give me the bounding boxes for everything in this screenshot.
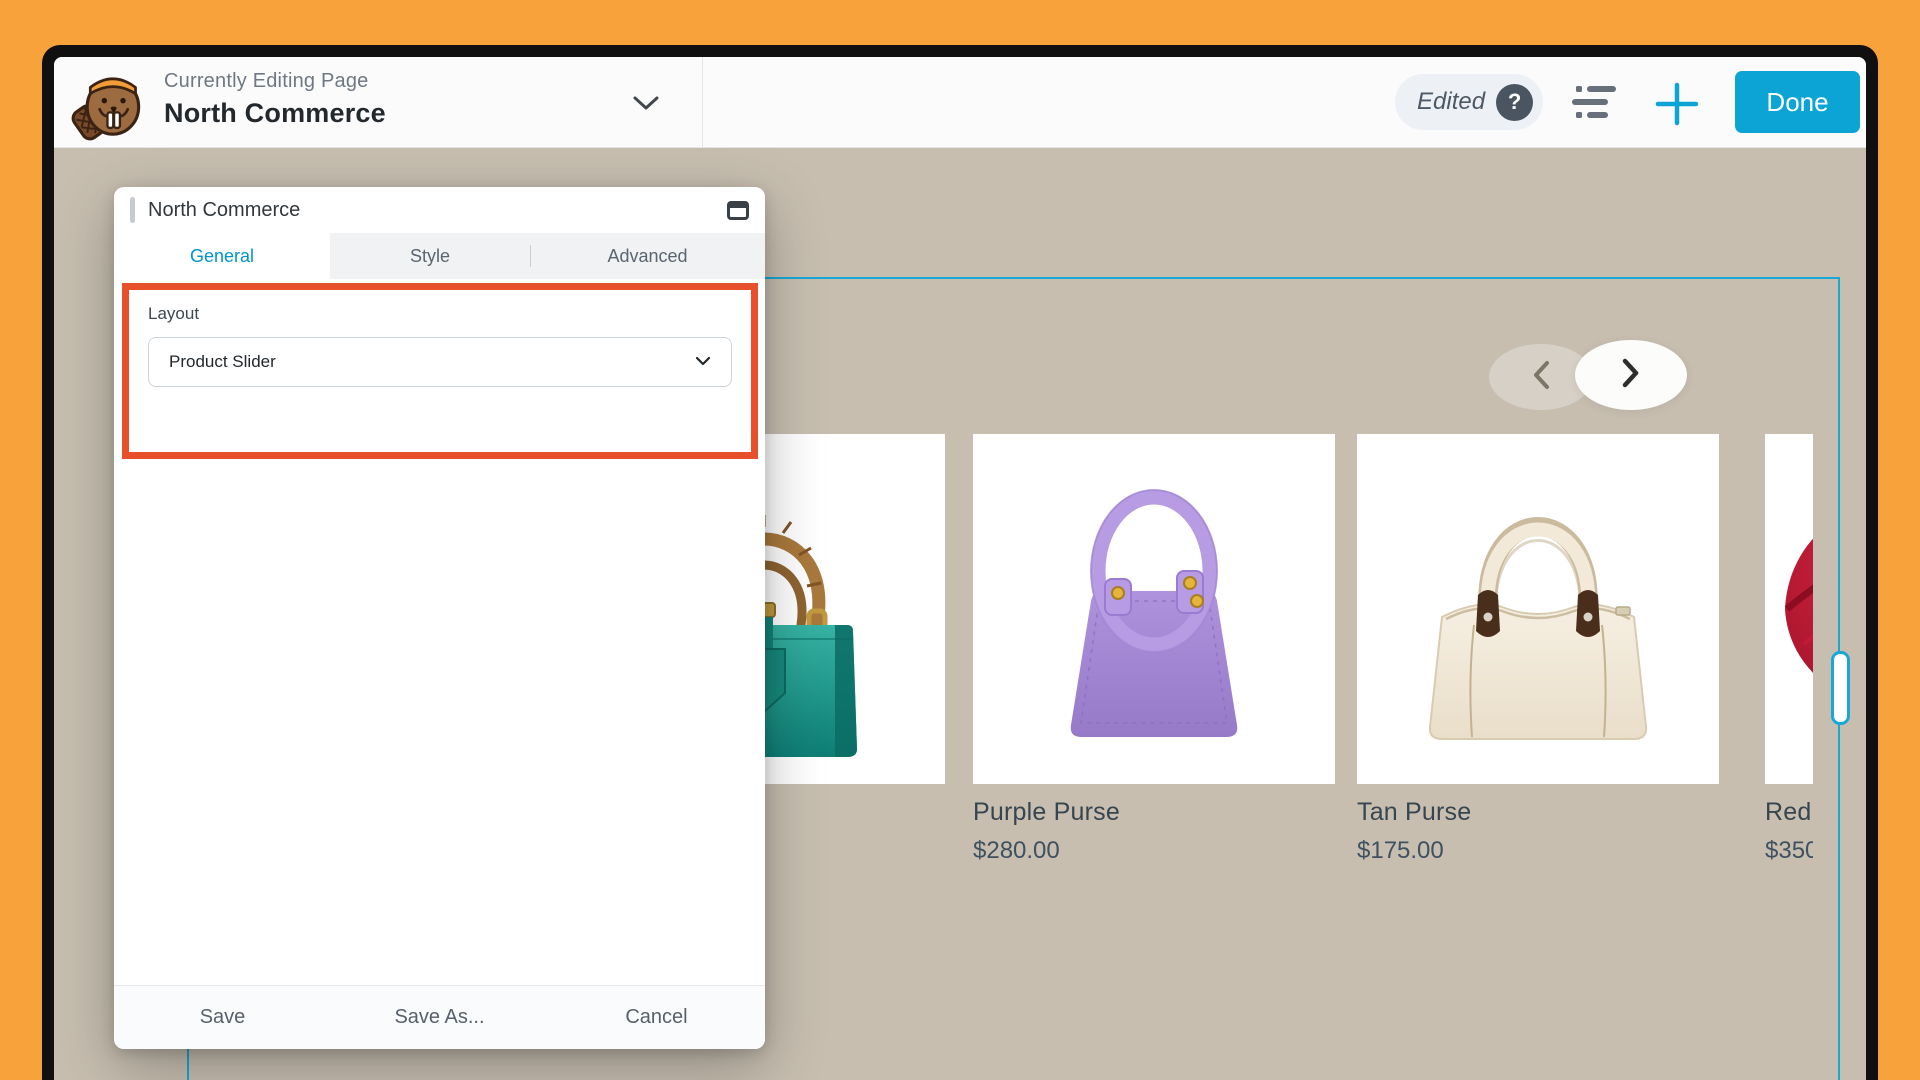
settings-tabs: General Style Advanced [114,233,765,279]
product-name: Red Purse [1765,798,1813,827]
tab-divider [530,245,531,267]
done-button[interactable]: Done [1735,71,1860,133]
editing-label: Currently Editing Page [164,70,386,93]
product-card[interactable]: Tan Purse $175.00 [1357,434,1719,865]
layout-field-highlight: Layout Product Slider [122,283,758,459]
chevron-left-icon [1530,358,1552,397]
builder-window: Currently Editing Page North Commerce Ed… [54,57,1866,1080]
product-price: $175.00 [1357,837,1719,865]
save-button[interactable]: Save [114,986,331,1049]
cancel-button[interactable]: Cancel [548,986,765,1049]
builder-topbar: Currently Editing Page North Commerce Ed… [54,57,1866,148]
edited-status-badge[interactable]: Edited ? [1395,74,1543,130]
tab-advanced-label: Advanced [607,246,687,267]
slider-next-button[interactable] [1575,340,1687,410]
tab-advanced[interactable]: Advanced [530,233,765,279]
chevron-down-icon [695,353,711,371]
beaver-builder-logo-icon[interactable] [70,64,148,142]
product-image-tan-purse [1357,434,1719,784]
save-as-button[interactable]: Save As... [331,986,548,1049]
add-content-plus-icon[interactable] [1654,81,1700,127]
tab-style[interactable]: Style [330,233,530,279]
product-price: $280.00 [973,837,1335,865]
page-canvas: Purple Purse $280.00 [54,148,1866,1080]
chevron-down-icon[interactable] [632,95,660,111]
product-card[interactable]: Red Purse $350.00 [1765,434,1813,865]
settings-panel-title: North Commerce [148,199,300,222]
outline-panel-icon[interactable] [1570,83,1620,121]
builder-window-frame: Currently Editing Page North Commerce Ed… [42,45,1878,1080]
edited-status-label: Edited [1417,88,1485,116]
product-name: Purple Purse [973,798,1335,827]
product-image-red-purse [1765,434,1813,784]
row-resize-handle[interactable] [1831,651,1850,725]
product-name: Tan Purse [1357,798,1719,827]
layout-field-label: Layout [148,304,732,324]
page-title: North Commerce [164,98,386,129]
help-icon[interactable]: ? [1496,84,1533,121]
layout-select[interactable]: Product Slider [148,337,732,387]
currently-editing-block: Currently Editing Page North Commerce [164,70,386,129]
screenshot-stage: Currently Editing Page North Commerce Ed… [0,0,1920,1080]
pin-window-icon[interactable] [727,201,749,220]
product-image-purple-purse [973,434,1335,784]
tab-general[interactable]: General [114,233,330,279]
settings-panel-footer: Save Save As... Cancel [114,985,765,1049]
topbar-divider [702,57,703,147]
chevron-right-icon [1620,356,1642,395]
drag-handle-icon[interactable] [130,197,135,223]
product-price: $350.00 [1765,837,1813,865]
layout-select-value: Product Slider [169,352,276,372]
settings-panel-header[interactable]: North Commerce [114,187,765,233]
module-settings-panel: North Commerce General Style [114,187,765,1049]
product-card[interactable]: Purple Purse $280.00 [973,434,1335,865]
